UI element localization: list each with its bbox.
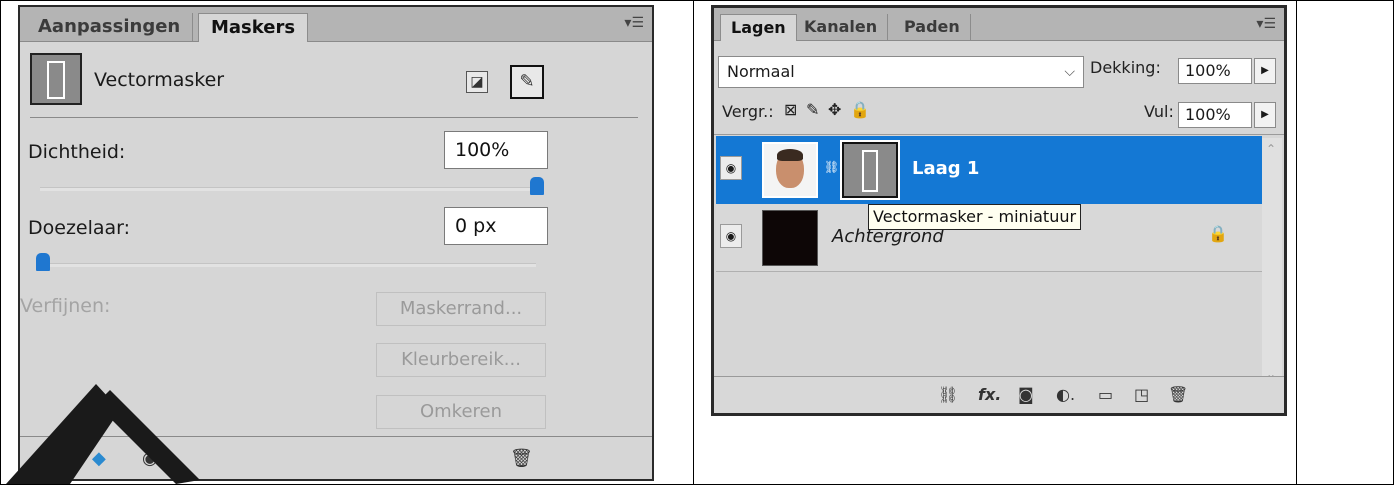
opacity-field[interactable]: 100% [1178,58,1252,84]
fill-label: Vul: [1144,102,1174,121]
feather-slider-handle[interactable] [36,253,50,271]
vector-mask-thumbnail[interactable] [840,140,900,200]
opacity-label: Dekking: [1090,58,1161,77]
mask-edge-button[interactable]: Maskerrand... [376,292,546,326]
folder-icon[interactable]: ▭ [1098,385,1113,404]
lock-icon: 🔒 [1208,224,1228,243]
tab-channels[interactable]: Kanalen [794,14,889,40]
trash-icon[interactable]: 🗑 [1168,385,1188,404]
fx-icon[interactable]: fx. [978,385,1001,404]
panel-menu-icon[interactable]: ▾☰ [624,15,644,31]
eye-icon[interactable]: ◉ [720,224,742,248]
opacity-arrow-button[interactable]: ▶ [1254,58,1276,84]
density-slider-handle[interactable] [530,177,544,195]
color-range-button[interactable]: Kleurbereik... [376,343,546,377]
fill-field[interactable]: 100% [1178,102,1252,128]
feather-slider[interactable] [40,263,536,267]
tab-layers[interactable]: Lagen [720,14,797,41]
chevron-down-icon: ⌵ [1064,64,1075,80]
lock-all-icon[interactable]: 🔒 [850,100,870,119]
tab-adjustments[interactable]: Aanpassingen [26,13,194,41]
lock-transparent-icon[interactable]: ⊠ [784,100,797,119]
masks-tabbar: Aanpassingen Maskers ▾☰ [20,7,652,42]
watermark-logo-icon [6,384,200,484]
scroll-up-icon[interactable]: ⌃ [1266,142,1276,156]
blend-mode-value: Normaal [727,62,795,81]
tab-masks[interactable]: Maskers [198,13,309,42]
new-layer-icon[interactable]: ◳ [1134,385,1149,404]
divider [30,117,638,118]
chain-link-icon[interactable]: ⛓ [824,160,839,174]
divider [714,134,1284,135]
layers-tabbar: Lagen Kanalen Paden ▾☰ [714,8,1284,41]
right-cell [1296,0,1394,485]
vector-mask-thumbnail [30,53,82,105]
lock-paint-icon[interactable]: ✎ [806,100,819,119]
adjustment-icon[interactable]: ◐. [1056,385,1075,404]
density-field[interactable]: 100% [444,131,548,169]
add-vector-mask-icon[interactable]: ✎ [510,65,544,99]
panel-menu-icon[interactable]: ▾☰ [1256,16,1276,32]
add-pixel-mask-icon[interactable]: ◪ [466,71,488,93]
blend-mode-select[interactable]: Normaal ⌵ [718,56,1084,88]
fill-arrow-button[interactable]: ▶ [1254,102,1276,128]
layer-row-laag-1[interactable]: ◉ ⛓ Laag 1 [716,136,1262,204]
layer-thumbnail[interactable] [762,142,818,198]
density-slider[interactable] [40,187,540,191]
lock-label: Vergr.: [722,102,774,121]
tab-paths[interactable]: Paden [894,14,971,40]
layer-name[interactable]: Laag 1 [912,158,979,179]
invert-button[interactable]: Omkeren [376,395,546,429]
density-label: Dichtheid: [28,141,126,163]
layer-thumbnail[interactable] [762,210,818,266]
lock-move-icon[interactable]: ✥ [828,100,841,119]
refine-label: Verfijnen: [20,295,111,317]
tooltip: Vectormasker - miniatuur [868,204,1082,230]
scrollbar[interactable]: ⌃ ⌄ [1262,138,1282,385]
trash-icon[interactable]: 🗑 [510,448,533,469]
mask-type-label: Vectormasker [94,69,225,91]
feather-label: Doezelaar: [28,217,131,239]
feather-field[interactable]: 0 px [444,207,548,245]
layers-footer: ⛓ fx. ◙ ◐. ▭ ◳ 🗑 [714,376,1284,413]
eye-icon[interactable]: ◉ [720,156,742,180]
link-icon[interactable]: ⛓ [938,385,958,404]
layers-panel: Lagen Kanalen Paden ▾☰ Normaal ⌵ Dekking… [711,5,1287,416]
mask-icon[interactable]: ◙ [1018,385,1034,404]
